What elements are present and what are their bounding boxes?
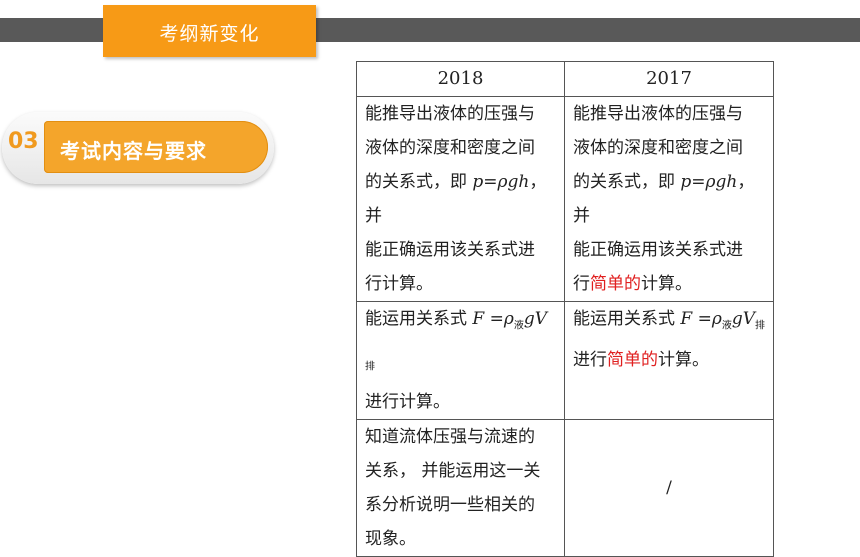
comparison-table: 2018 2017 能推导出液体的压强与 液体的深度和密度之间 的关系式，即 p… — [356, 61, 774, 557]
section-pill: 03 考试内容与要求 — [2, 112, 274, 184]
header-2018: 2018 — [356, 61, 565, 97]
cell-2017: / — [564, 418, 774, 557]
cell-2018: 知道流体压强与流速的 关系， 并能运用这一关 系分析说明一些相关的 现象。 — [356, 418, 565, 557]
header-tab: 考纲新变化 — [103, 5, 316, 57]
cell-2018: 能推导出液体的压强与 液体的深度和密度之间 的关系式，即 p=ρgh，并 能正确… — [356, 96, 565, 302]
highlight-text: 简单的 — [590, 274, 641, 294]
cell-2017: 能运用关系式 F =ρ液gV排 进行简单的计算。 — [564, 301, 774, 420]
section-label-box: 考试内容与要求 — [44, 121, 268, 173]
cell-2018: 能运用关系式 F =ρ液gV排 进行计算。 — [356, 301, 565, 420]
header-2017: 2017 — [564, 61, 774, 97]
header-title: 考纲新变化 — [159, 23, 260, 45]
section-label: 考试内容与要求 — [60, 139, 207, 163]
section-number: 03 — [8, 129, 39, 154]
table-header-row: 2018 2017 — [356, 61, 774, 97]
table-row: 能推导出液体的压强与 液体的深度和密度之间 的关系式，即 p=ρgh，并 能正确… — [356, 96, 774, 302]
highlight-text: 简单的 — [607, 350, 658, 371]
table-row: 能运用关系式 F =ρ液gV排 进行计算。 能运用关系式 F =ρ液gV排 进行… — [356, 301, 774, 420]
cell-2017: 能推导出液体的压强与 液体的深度和密度之间 的关系式，即 p=ρgh，并 能正确… — [564, 96, 774, 302]
table-row: 知道流体压强与流速的 关系， 并能运用这一关 系分析说明一些相关的 现象。 / — [356, 418, 774, 557]
